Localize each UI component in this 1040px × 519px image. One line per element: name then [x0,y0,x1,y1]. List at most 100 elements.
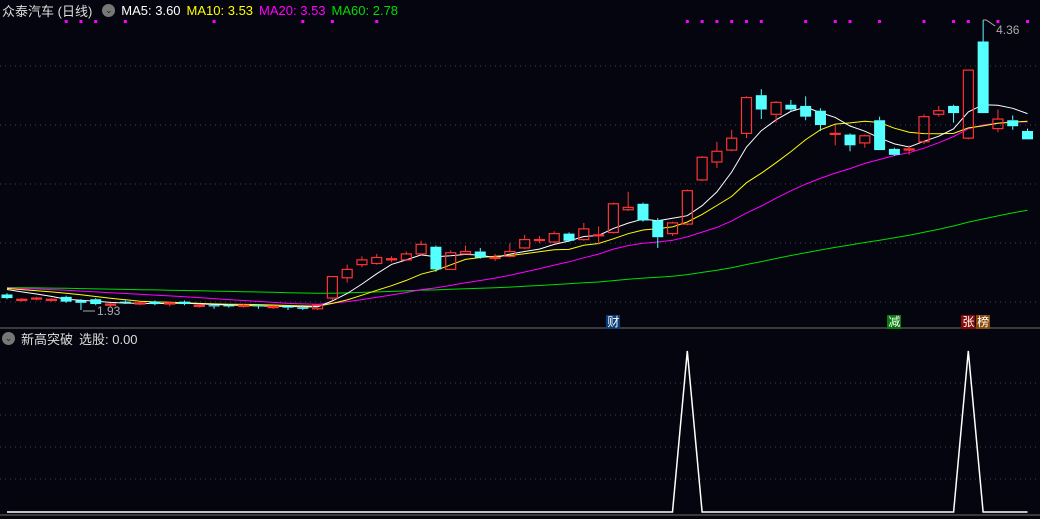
candle [785,99,797,111]
candle-body [45,298,57,302]
candle [666,221,679,237]
candle [533,236,546,244]
candle-body [134,302,146,305]
signal-dot [848,20,852,23]
candle [356,256,368,268]
candle-body [415,243,427,255]
candle [844,133,856,152]
candle-body [238,304,250,308]
candle-body [696,156,708,181]
candle [726,129,738,152]
candle [637,202,649,222]
candle [134,301,146,306]
candle [652,218,664,248]
candle [592,226,605,245]
indicator-header: ⌄ 新高突破 选股: 0.00 [2,329,144,347]
candle-body [592,234,605,237]
event-flag[interactable]: 榜 [976,315,991,329]
signal-dot [212,20,216,23]
candle [563,232,575,242]
event-flag[interactable]: 财 [606,315,621,329]
signal-dot [375,20,379,23]
candle-body [326,275,338,299]
candle [415,240,427,256]
candle [933,105,945,117]
indicator-line [7,350,1028,513]
candle-body [933,110,945,115]
candle-body [711,150,723,163]
candle-body [489,256,501,260]
candle-body [1007,120,1019,127]
candle-body [519,238,531,249]
candle-body [371,256,383,265]
candle-body [1,294,13,299]
chevron-down-icon[interactable]: ⌄ [2,331,15,345]
candlestick-chart[interactable]: 4.36 1.93 [0,0,1040,519]
signal-dot [745,20,748,23]
candle [948,104,960,123]
candle-body [829,132,841,135]
event-flag[interactable]: 张 [961,315,976,329]
candle-body [16,298,28,302]
candle-body [385,258,398,261]
candle [1007,115,1019,130]
candle [1022,128,1034,140]
candle-body [785,104,797,110]
indicator-panel [7,350,1028,513]
candle-body [533,238,546,242]
signal-dot [804,20,808,23]
candle-body [918,116,930,143]
signal-dot [700,20,704,23]
candle [489,253,501,262]
signal-dot [715,20,719,23]
indicator-name: 新高突破 [21,331,74,347]
candle-body [30,297,43,300]
signal-dot [64,20,68,23]
candle [977,20,989,114]
candle-body [75,300,87,303]
candle-body [948,105,960,114]
signal-dot [94,20,98,23]
candle [371,253,383,265]
candle-body [666,222,679,235]
candle-body [341,268,353,279]
candle-body [800,105,812,117]
candle-body [563,233,575,241]
candles [1,20,1034,310]
candle-body [770,101,782,115]
candle [1,293,13,300]
candle-body [193,304,205,308]
candle-body [164,302,176,305]
ma60-line [6,209,1028,294]
candle [622,191,634,211]
candle-body [888,148,900,155]
candle [400,251,412,262]
candle-body [282,306,294,308]
candle [814,108,826,131]
candle-body [223,305,235,307]
signal-dots [64,20,1030,23]
candle-body [903,148,915,151]
candle [30,296,43,301]
candle-body [726,137,738,151]
candle-body [859,135,871,144]
candle [149,300,161,306]
candle [859,134,871,148]
high-arrow [983,19,996,27]
signal-dot [685,20,689,23]
candle [459,245,472,255]
candle-body [474,251,486,258]
candle [178,300,190,306]
candle [164,301,176,307]
candle-body [178,301,190,305]
candle [578,222,590,241]
candle [740,96,753,139]
candle [548,231,560,244]
candle-body [548,233,560,243]
candle [474,247,486,259]
signal-dot [79,20,83,23]
candle [519,234,531,250]
candle [829,125,841,146]
event-flag[interactable]: 减 [887,315,902,329]
candle [696,156,708,182]
